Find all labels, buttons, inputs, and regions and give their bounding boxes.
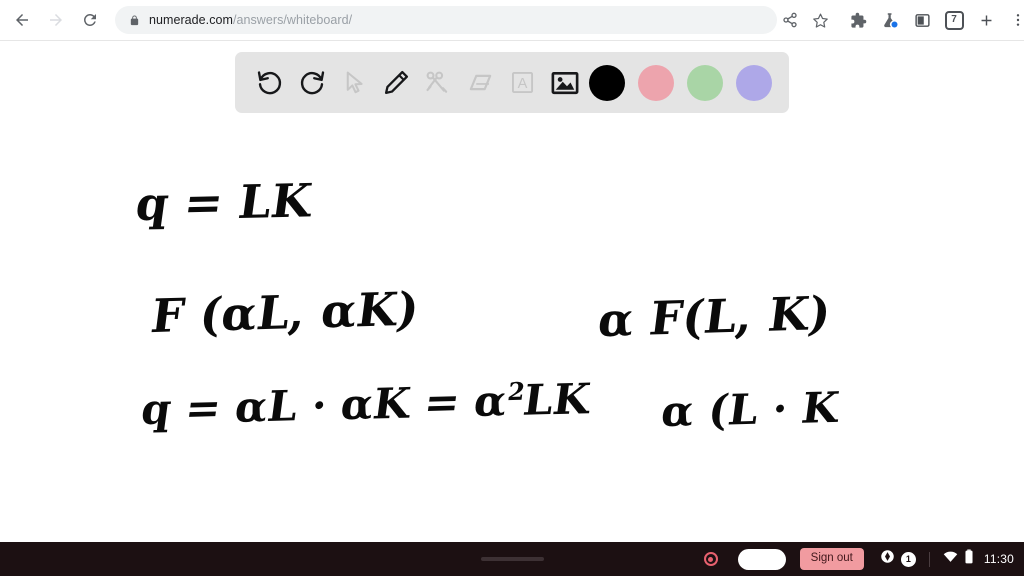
- color-swatch-purple[interactable]: [733, 60, 775, 106]
- shapes-tools-icon[interactable]: [417, 60, 459, 106]
- shield-icon: [880, 549, 895, 569]
- status-pill: [737, 548, 786, 570]
- system-shelf: Sign out 1 11:30: [0, 542, 1024, 576]
- navigation-buttons: [0, 4, 106, 36]
- text-icon[interactable]: A: [501, 60, 543, 106]
- whiteboard-canvas[interactable]: A q = LK F (αL, αK) α F(L, K) q = αL · α…: [0, 41, 1024, 542]
- clock-label: 11:30: [983, 552, 1014, 566]
- lock-icon: [129, 14, 140, 27]
- drag-handle[interactable]: [481, 557, 544, 561]
- tab-count-label: 7: [944, 10, 964, 30]
- new-tab-button[interactable]: [970, 4, 1002, 36]
- status-tray[interactable]: 1 11:30: [880, 549, 1014, 569]
- ink-line-4-b: LK: [520, 374, 593, 425]
- ink-line-3: α F(L, K): [595, 285, 834, 348]
- side-panel-icon[interactable]: [906, 4, 938, 36]
- pen-icon[interactable]: [375, 60, 417, 106]
- whiteboard-toolbar: A: [235, 52, 789, 113]
- url-path: /answers/whiteboard/: [232, 13, 353, 27]
- svg-text:A: A: [518, 76, 528, 92]
- battery-icon: [964, 549, 974, 569]
- bookmark-star-icon[interactable]: [805, 5, 835, 35]
- redo-icon[interactable]: [291, 60, 333, 106]
- image-icon[interactable]: [544, 60, 586, 106]
- omnibox-actions: [775, 5, 835, 35]
- notification-badge: 1: [900, 551, 916, 567]
- screen: numerade.com/answers/whiteboard/ 7 A q =…: [0, 0, 1024, 576]
- url-text: numerade.com/answers/whiteboard/: [149, 13, 352, 27]
- tab-count-button[interactable]: 7: [938, 4, 970, 36]
- ink-line-5: α (L · K: [658, 382, 842, 437]
- ink-line-1: q = LK: [132, 173, 316, 232]
- swatch-fill-green: [686, 64, 723, 101]
- eraser-icon[interactable]: [459, 60, 501, 106]
- ink-line-4-a: q = αL · αK = α: [138, 376, 511, 435]
- ink-line-2: F (αL, αK): [147, 281, 423, 344]
- experiments-flask-icon[interactable]: [874, 4, 906, 36]
- select-cursor-icon[interactable]: [333, 60, 375, 106]
- swatch-fill-black: [588, 64, 625, 101]
- color-swatch-green[interactable]: [684, 60, 726, 106]
- browser-toolbar: numerade.com/answers/whiteboard/ 7: [0, 0, 1024, 41]
- color-swatch-pink[interactable]: [635, 60, 677, 106]
- back-button[interactable]: [6, 4, 38, 36]
- chrome-actions: 7: [842, 4, 1024, 36]
- ink-line-4: q = αL · αK = α2LK: [138, 374, 593, 434]
- shelf-status-area: Sign out 1 11:30: [703, 542, 1014, 576]
- extensions-puzzle-icon[interactable]: [842, 4, 874, 36]
- chrome-menu-button[interactable]: [1002, 4, 1024, 36]
- shelf-divider: [928, 551, 930, 567]
- url-host: numerade.com: [149, 13, 233, 27]
- share-icon[interactable]: [775, 5, 805, 35]
- reload-button[interactable]: [74, 4, 106, 36]
- address-bar[interactable]: numerade.com/answers/whiteboard/: [115, 6, 777, 34]
- sign-out-button[interactable]: Sign out: [799, 548, 864, 570]
- color-swatch-black[interactable]: [586, 60, 628, 106]
- swatch-fill-pink: [637, 64, 674, 101]
- undo-icon[interactable]: [249, 60, 291, 106]
- wifi-icon: [943, 550, 958, 568]
- swatch-fill-purple: [735, 64, 772, 101]
- forward-button: [40, 4, 72, 36]
- screen-record-icon[interactable]: [703, 552, 718, 566]
